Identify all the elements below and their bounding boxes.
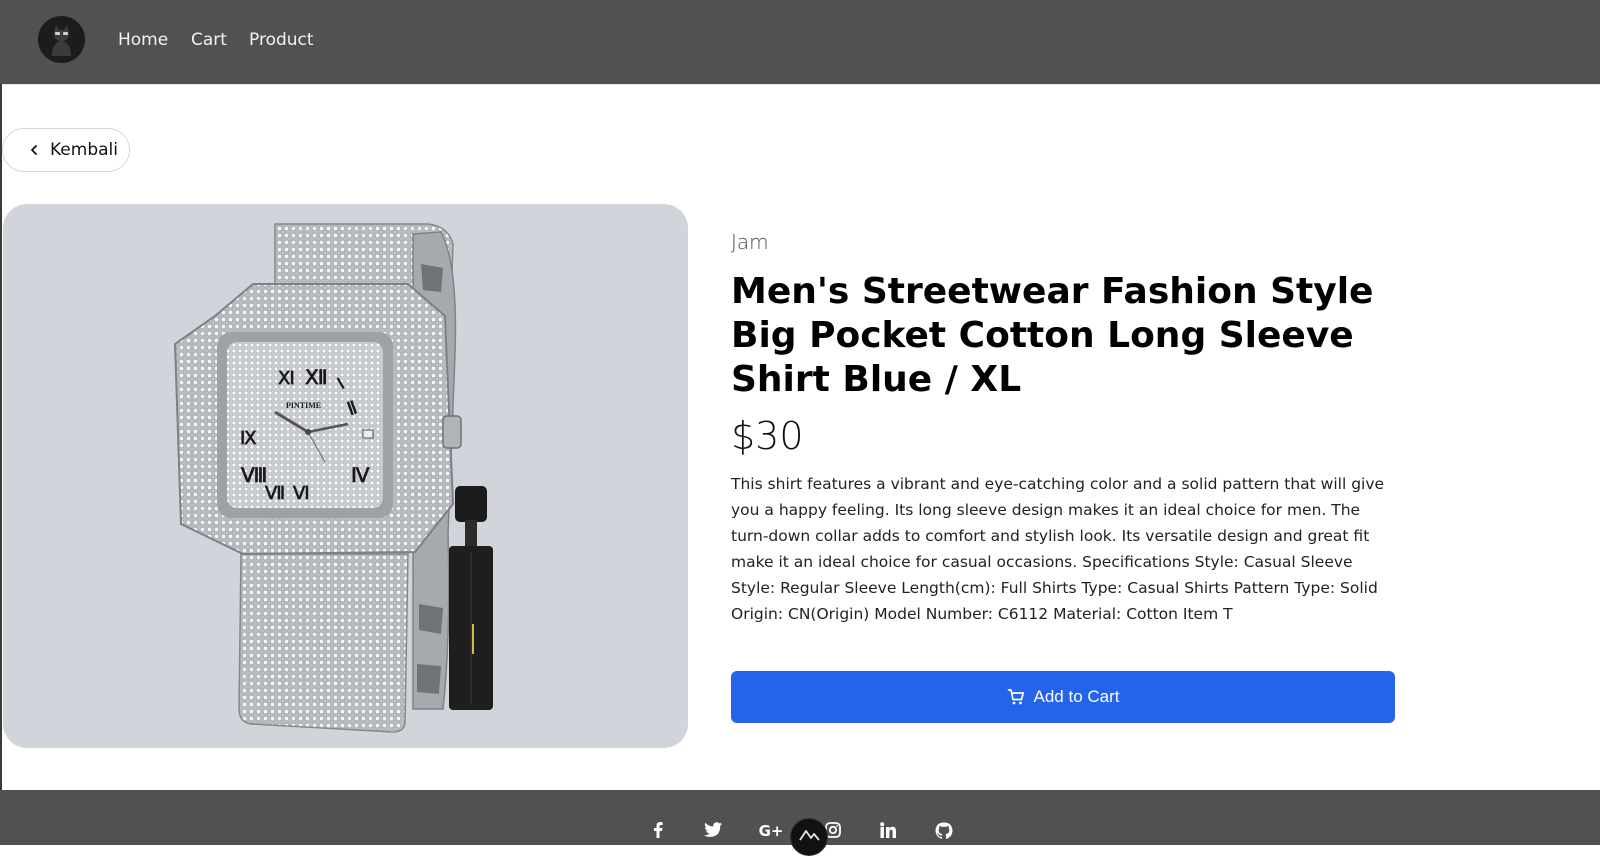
navbar: Home Cart Product <box>0 0 1600 85</box>
product-price: $30 <box>731 414 804 458</box>
product-title: Men's Streetwear Fashion Style Big Pocke… <box>731 271 1374 400</box>
twitter-icon[interactable] <box>702 822 724 844</box>
svg-text:Ⅳ: Ⅳ <box>351 465 370 487</box>
svg-text:PINTIME: PINTIME <box>286 401 321 410</box>
product-image-panel: Ⅺ Ⅻ Ⅸ Ⅷ Ⅶ Ⅵ Ⅳ Ⅱ Ⅰ PINTIME <box>3 204 688 748</box>
google-plus-icon[interactable]: G+ <box>759 822 784 844</box>
cart-icon <box>1007 689 1024 705</box>
product-category: Jam <box>731 230 769 254</box>
svg-text:Ⅶ: Ⅶ <box>264 483 285 503</box>
back-button[interactable]: Kembali <box>2 128 130 172</box>
svg-text:Ⅵ: Ⅵ <box>292 483 310 503</box>
svg-text:Ⅸ: Ⅸ <box>240 428 257 448</box>
nav-home-link[interactable]: Home <box>118 28 168 52</box>
github-icon[interactable] <box>933 822 955 844</box>
nav-cart-link[interactable]: Cart <box>191 28 227 52</box>
add-to-cart-label: Add to Cart <box>1033 687 1120 706</box>
linkedin-icon[interactable] <box>877 822 899 844</box>
svg-text:Ⅻ: Ⅻ <box>304 367 328 389</box>
floating-widget-badge[interactable] <box>790 818 828 856</box>
mountain-logo-icon <box>799 830 820 841</box>
product-description: This shirt features a vibrant and eye-ca… <box>731 475 1385 623</box>
svg-text:Ⅷ: Ⅷ <box>240 465 267 487</box>
page-border <box>0 84 2 790</box>
facebook-icon[interactable] <box>647 822 669 844</box>
cat-avatar-icon <box>38 16 85 63</box>
chevron-left-icon <box>31 145 37 155</box>
svg-text:Ⅺ: Ⅺ <box>277 368 295 388</box>
watch-image: Ⅺ Ⅻ Ⅸ Ⅷ Ⅶ Ⅵ Ⅳ Ⅱ Ⅰ PINTIME <box>173 223 493 733</box>
avatar[interactable] <box>38 16 85 63</box>
back-button-label: Kembali <box>50 140 118 160</box>
add-to-cart-button[interactable]: Add to Cart <box>731 671 1395 723</box>
nav-product-link[interactable]: Product <box>249 28 314 52</box>
